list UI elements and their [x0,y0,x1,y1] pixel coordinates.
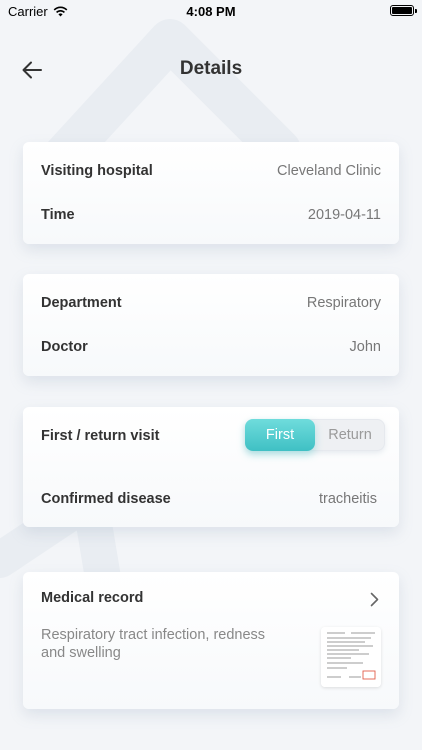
doctor-label: Doctor [41,339,88,355]
time-value: 2019-04-11 [307,207,381,223]
record-thumbnail[interactable] [321,627,381,687]
visit-type-label: First / return visit [41,428,160,444]
diagnosis-card: First / return visit First Return Confir… [23,407,399,527]
nav-bar: Details [0,50,422,90]
document-thumbnail-image [321,627,381,687]
hospital-value: Cleveland Clinic [277,163,381,179]
visit-type-return-option[interactable]: Return [315,419,385,451]
department-value: Respiratory [306,295,381,311]
visit-type-row: First / return visit [41,425,229,447]
department-card: Department Respiratory Doctor John [23,274,399,376]
battery-icon [390,5,417,16]
time-label: Time [41,207,75,223]
hospital-row: Visiting hospital Cleveland Clinic [41,160,381,182]
visit-type-first-option[interactable]: First [245,419,315,451]
record-label: Medical record [41,590,144,606]
department-label: Department [41,295,122,311]
status-time: 4:08 PM [186,4,236,19]
record-chevron[interactable] [370,592,379,612]
disease-label: Confirmed disease [41,491,171,507]
chevron-right-icon [370,592,379,607]
record-header: Medical record [41,587,339,609]
page-title: Details [179,58,243,79]
time-row: Time 2019-04-11 [41,204,381,226]
disease-row: Confirmed disease tracheitis [41,488,377,510]
hospital-label: Visiting hospital [41,163,153,179]
disease-value: tracheitis [318,491,377,507]
visit-card: Visiting hospital Cleveland Clinic Time … [23,142,399,244]
medical-record-card[interactable]: Medical record Respiratory tract infecti… [23,572,399,709]
department-row: Department Respiratory [41,292,381,314]
visit-type-toggle: First Return [245,419,385,451]
status-bar: Carrier 4:08 PM [0,0,422,22]
record-description: Respiratory tract infection, redness and… [41,627,266,661]
doctor-row: Doctor John [41,336,381,358]
doctor-value: John [349,339,381,355]
